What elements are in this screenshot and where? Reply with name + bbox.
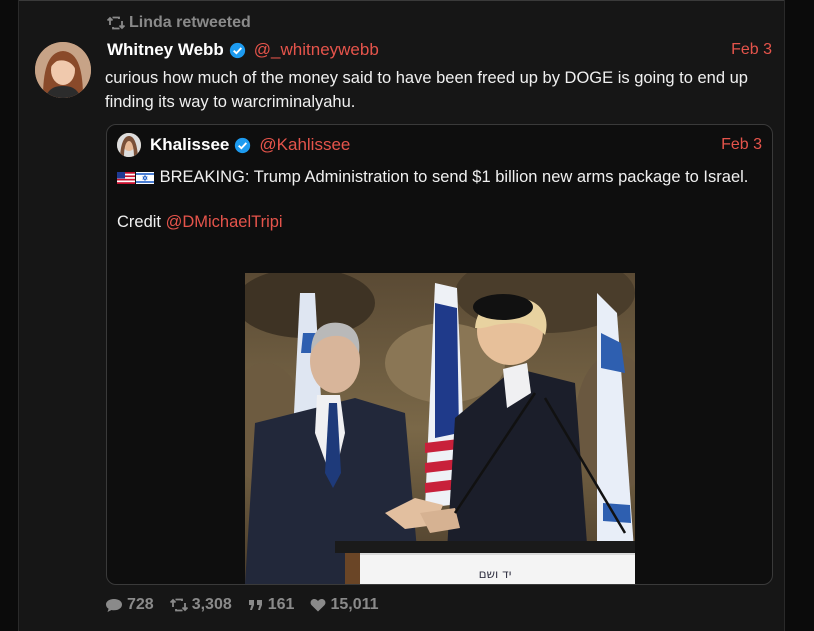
like-count-value: 15,011 bbox=[330, 596, 379, 613]
tweet-header: Whitney Webb @_whitneywebb Feb 3 bbox=[107, 39, 772, 61]
retweet-count-value: 3,308 bbox=[191, 596, 232, 613]
quoted-author-handle[interactable]: @Kahlissee bbox=[259, 135, 350, 155]
avatar[interactable] bbox=[35, 42, 91, 98]
quoted-tweet[interactable]: Khalissee @Kahlissee Feb 3 BREAKING: Tru… bbox=[106, 124, 773, 585]
israel-flag-icon bbox=[136, 172, 154, 184]
quoted-tweet-date[interactable]: Feb 3 bbox=[721, 136, 762, 154]
tweet-text: curious how much of the money said to ha… bbox=[105, 69, 748, 111]
quote-count[interactable]: 161 bbox=[248, 596, 295, 614]
quoted-tweet-header: Khalissee @Kahlissee Feb 3 bbox=[117, 133, 762, 157]
reply-icon bbox=[106, 598, 122, 612]
avatar-image bbox=[35, 42, 91, 98]
photo-image: יד ושם bbox=[245, 273, 635, 584]
retweet-count[interactable]: 3,308 bbox=[169, 596, 232, 614]
author-handle[interactable]: @_whitneywebb bbox=[254, 40, 379, 60]
retweet-context: Linda retweeted bbox=[107, 14, 251, 32]
quoted-avatar[interactable] bbox=[117, 133, 141, 157]
tweet-date[interactable]: Feb 3 bbox=[731, 41, 772, 59]
heart-icon bbox=[311, 599, 326, 612]
verified-badge-icon bbox=[229, 42, 245, 58]
like-count[interactable]: 15,011 bbox=[310, 596, 379, 614]
divider bbox=[19, 0, 784, 1]
verified-badge-icon bbox=[235, 137, 251, 153]
quoted-tweet-text: BREAKING: Trump Administration to send $… bbox=[159, 168, 749, 186]
quote-count-value: 161 bbox=[267, 596, 295, 613]
retweet-icon bbox=[107, 16, 125, 30]
retweet-icon bbox=[169, 598, 188, 612]
retweet-label: Linda retweeted bbox=[129, 14, 251, 31]
us-flag-icon bbox=[117, 172, 135, 184]
tweet-card[interactable]: Linda retweeted Whitney Webb @_whitneywe… bbox=[18, 0, 785, 631]
quoted-tweet-photo[interactable]: יד ושם bbox=[245, 273, 635, 584]
quote-icon bbox=[248, 600, 262, 610]
podium-text: יד ושם bbox=[479, 567, 512, 581]
quoted-tweet-body: BREAKING: Trump Administration to send $… bbox=[117, 166, 757, 234]
reply-count-value: 728 bbox=[127, 596, 154, 613]
credit-link[interactable]: @DMichaelTripi bbox=[166, 213, 283, 231]
author-name[interactable]: Whitney Webb bbox=[107, 40, 224, 60]
quoted-author-name[interactable]: Khalissee bbox=[150, 135, 229, 155]
tweet-stats: 728 3,308 161 15,011 bbox=[105, 596, 379, 614]
reply-count[interactable]: 728 bbox=[105, 596, 154, 614]
quoted-avatar-image bbox=[117, 133, 141, 157]
credit-label: Credit bbox=[117, 213, 162, 231]
